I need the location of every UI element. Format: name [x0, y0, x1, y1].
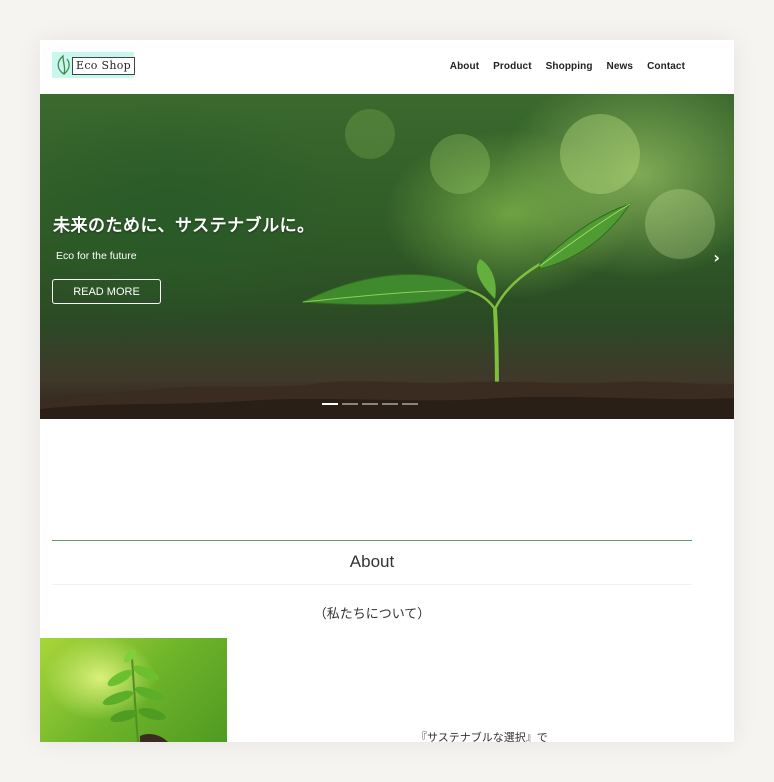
slider-dots [322, 403, 418, 405]
nav-product[interactable]: Product [493, 61, 531, 72]
read-more-button[interactable]: READ MORE [52, 279, 161, 304]
about-divider-bottom [52, 584, 692, 585]
seedling-image [40, 109, 734, 419]
main-nav: About Product Shopping News Contact [450, 61, 685, 72]
nav-about[interactable]: About [450, 61, 479, 72]
chevron-right-icon[interactable]: › [713, 248, 720, 267]
about-image [40, 638, 227, 742]
slider-dot[interactable] [402, 403, 418, 405]
about-title: About [349, 552, 395, 571]
hero-title: 未来のために、サステナブルに。 [53, 216, 315, 236]
about-divider-top [52, 540, 692, 541]
about-text: 『サステナブルな選択』で [416, 731, 548, 742]
leaf-icon [57, 54, 70, 75]
sprout-image [102, 649, 168, 742]
slider-dot[interactable] [362, 403, 378, 405]
hero-subtitle: Eco for the future [56, 250, 137, 262]
slider-dot[interactable] [382, 403, 398, 405]
nav-shopping[interactable]: Shopping [546, 61, 593, 72]
slider-dot[interactable] [322, 403, 338, 405]
nav-news[interactable]: News [607, 61, 634, 72]
slider-dot[interactable] [342, 403, 358, 405]
logo[interactable]: Eco Shop [52, 52, 135, 78]
hero-slider: 未来のために、サステナブルに。 Eco for the future READ … [40, 94, 734, 419]
nav-contact[interactable]: Contact [647, 61, 685, 72]
site-header: Eco Shop About Product Shopping News Con… [40, 40, 734, 94]
page: Eco Shop About Product Shopping News Con… [40, 40, 734, 742]
logo-text: Eco Shop [72, 57, 135, 75]
about-subtitle: （私たちについて） [313, 607, 431, 622]
